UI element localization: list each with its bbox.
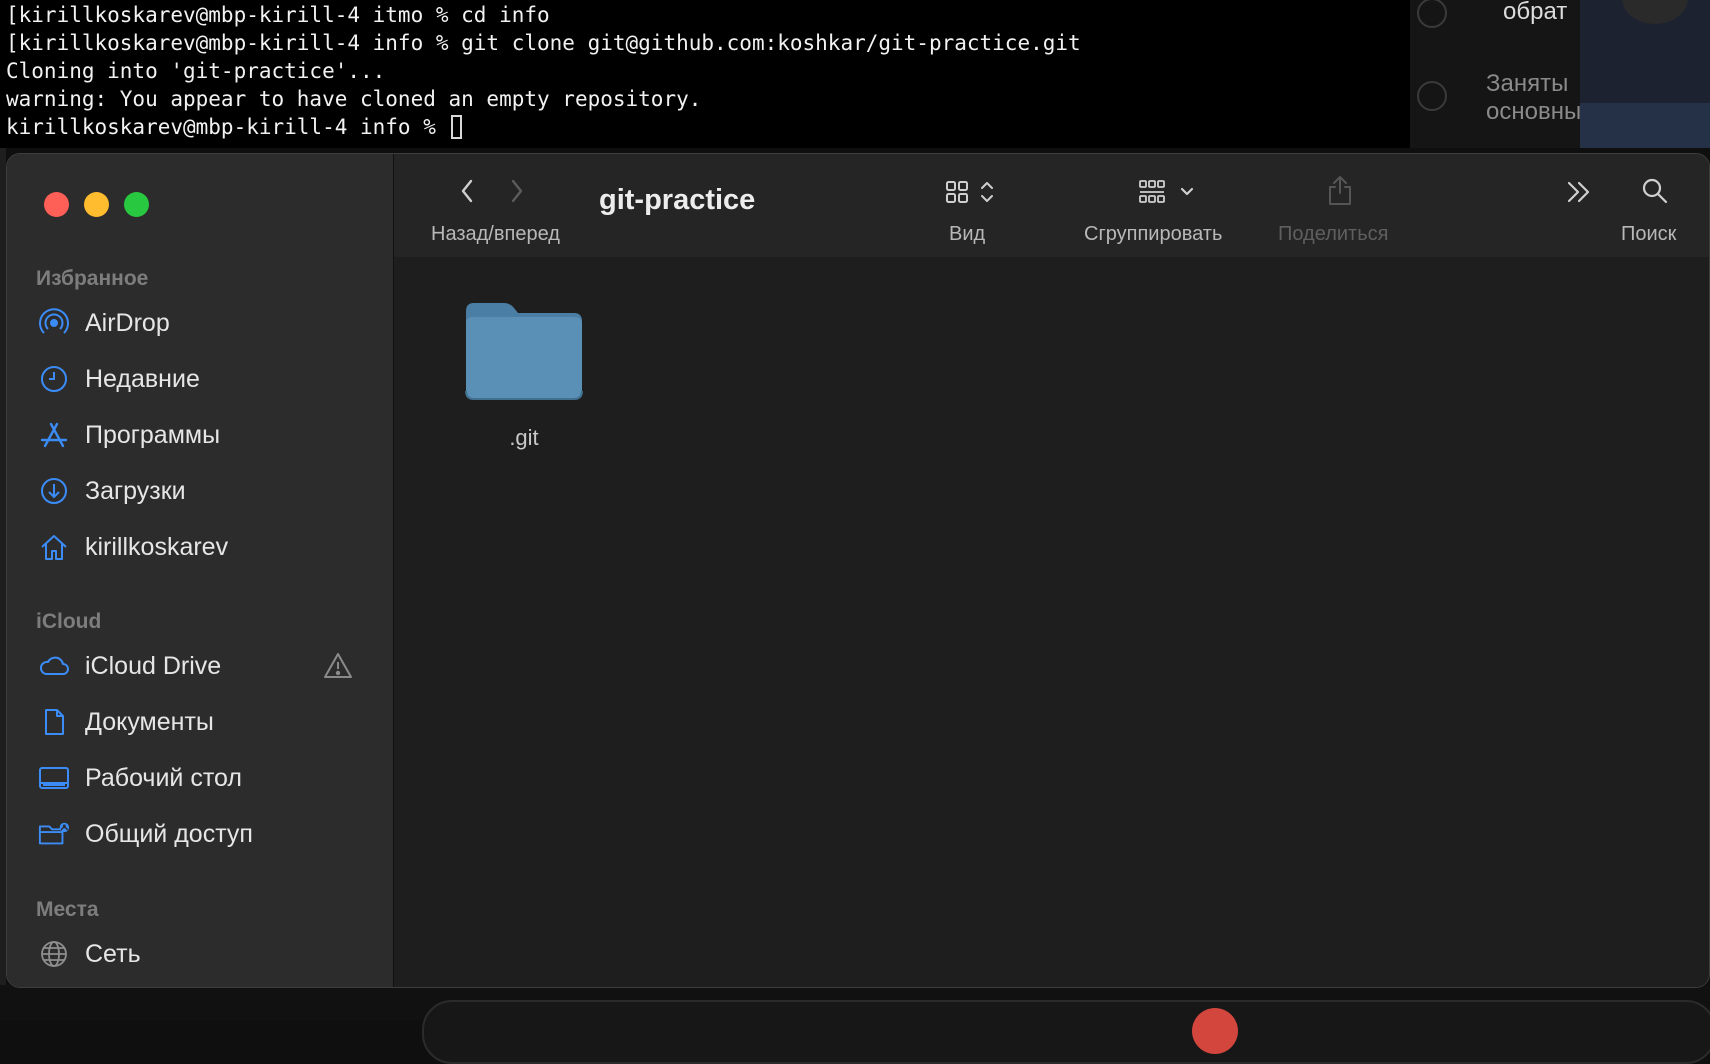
desktop-icon [38, 762, 70, 794]
warning-icon[interactable] [323, 651, 353, 681]
sidebar-item-recents[interactable]: Недавние [7, 356, 394, 402]
forward-button[interactable] [502, 174, 532, 208]
finder-window: Избранное AirDrop Недавние Программы Заг… [6, 153, 1710, 988]
applications-icon [38, 419, 70, 451]
sidebar-heading-favorites: Избранное [36, 267, 149, 290]
terminal-prompt-line[interactable]: kirillkoskarev@mbp-kirill-4 info % [6, 113, 1081, 141]
back-forward-label: Назад/вперед [431, 223, 560, 245]
sidebar-item-home[interactable]: kirillkoskarev [7, 524, 394, 570]
file-item-label[interactable]: .git [454, 425, 594, 451]
terminal-window[interactable]: [kirillkoskarev@mbp-kirill-4 itmo % cd i… [0, 0, 1498, 148]
sidebar: Избранное AirDrop Недавние Программы Заг… [7, 154, 394, 987]
terminal-line: warning: You appear to have cloned an em… [6, 87, 702, 111]
sidebar-item-label: AirDrop [85, 308, 170, 337]
downloads-icon [38, 475, 70, 507]
background-text: Заняты [1486, 70, 1569, 97]
sidebar-item-applications[interactable]: Программы [7, 412, 394, 458]
search-label: Поиск [1621, 223, 1677, 245]
sidebar-item-label: Недавние [85, 364, 200, 393]
shared-folder-icon [38, 818, 70, 850]
terminal-prompt: kirillkoskarev@mbp-kirill-4 info % [6, 115, 449, 139]
globe-icon [38, 938, 70, 970]
sidebar-item-downloads[interactable]: Загрузки [7, 468, 394, 514]
cloud-icon [38, 650, 70, 682]
sidebar-item-label: Рабочий стол [85, 763, 242, 792]
background-text: обрат [1503, 0, 1568, 25]
sidebar-item-label: iCloud Drive [85, 651, 222, 680]
sidebar-item-label: Общий доступ [85, 819, 253, 848]
background-input-bar [422, 1000, 1710, 1064]
sidebar-item-network[interactable]: Сеть [7, 931, 394, 977]
group-button[interactable] [1135, 176, 1205, 208]
sidebar-item-label: Загрузки [85, 476, 186, 505]
airdrop-icon [38, 307, 70, 339]
sidebar-item-documents[interactable]: Документы [7, 699, 394, 745]
background-text: основны [1486, 98, 1582, 125]
document-icon [38, 706, 70, 738]
background-record-button[interactable] [1192, 1008, 1238, 1054]
more-toolbar-items-icon[interactable] [1562, 176, 1596, 208]
sidebar-item-label: kirillkoskarev [85, 532, 229, 561]
sidebar-heading-icloud: iCloud [36, 610, 102, 633]
share-label: Поделиться [1278, 223, 1389, 245]
sidebar-item-desktop[interactable]: Рабочий стол [7, 755, 394, 801]
close-button[interactable] [44, 192, 69, 217]
file-browser-content[interactable]: .git [394, 257, 1709, 987]
sidebar-item-shared[interactable]: Общий доступ [7, 811, 394, 857]
fullscreen-button[interactable] [124, 192, 149, 217]
sidebar-item-label: Программы [85, 420, 221, 449]
sidebar-item-airdrop[interactable]: AirDrop [7, 300, 394, 346]
sidebar-item-label: Сеть [85, 939, 141, 968]
terminal-line: [kirillkoskarev@mbp-kirill-4 info % git … [6, 31, 1081, 55]
minimize-button[interactable] [84, 192, 109, 217]
home-icon [38, 531, 70, 563]
sidebar-item-label: Документы [85, 707, 214, 736]
terminal-line: Cloning into 'git-practice'... [6, 59, 386, 83]
terminal-output: [kirillkoskarev@mbp-kirill-4 itmo % cd i… [6, 1, 1081, 141]
sidebar-heading-locations: Места [36, 898, 99, 921]
terminal-line: [kirillkoskarev@mbp-kirill-4 itmo % cd i… [6, 3, 550, 27]
share-icon[interactable] [1322, 172, 1358, 208]
back-button[interactable] [452, 174, 482, 208]
window-title: git-practice [599, 184, 756, 216]
background-radio[interactable] [1417, 81, 1447, 111]
folder-icon[interactable] [464, 297, 584, 417]
sidebar-item-icloud-drive[interactable]: iCloud Drive [7, 643, 394, 689]
group-label: Сгруппировать [1084, 223, 1223, 245]
clock-icon [38, 363, 70, 395]
toolbar: Назад/вперед git-practice Вид Сгруппиров… [394, 154, 1709, 258]
view-mode-button[interactable] [940, 176, 1006, 208]
view-label: Вид [949, 223, 986, 245]
terminal-cursor [450, 115, 462, 139]
search-icon[interactable] [1638, 174, 1672, 208]
